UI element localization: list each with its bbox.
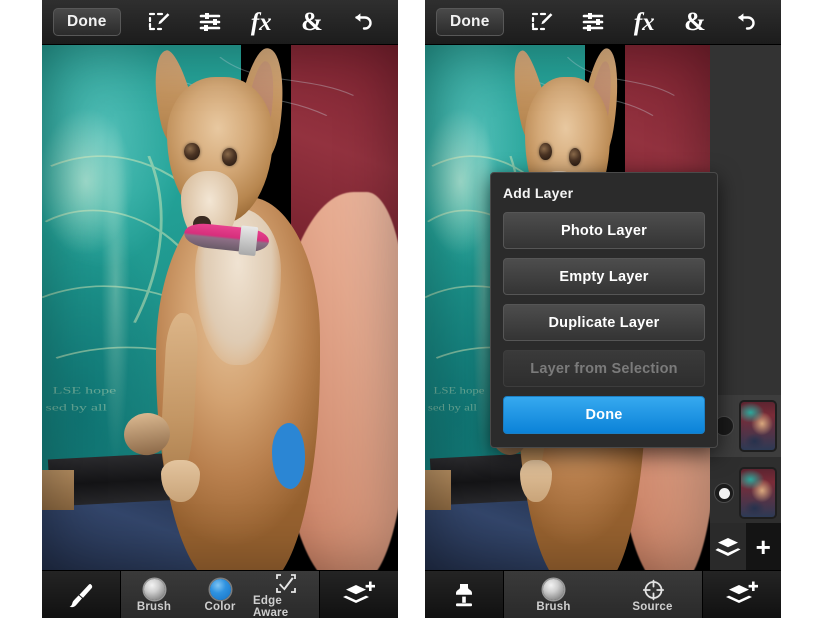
layer-from-selection-button: Layer from Selection: [503, 350, 705, 387]
bottom-toolbar-left: Brush Color Edge Aware: [42, 570, 398, 618]
duplicate-layer-button[interactable]: Duplicate Layer: [503, 304, 705, 341]
ampersand-glyph: &: [301, 7, 323, 36]
phone-panel-right: Done fx & LSE hope sed by all + Add Laye…: [425, 0, 781, 618]
layers-icon: [715, 537, 741, 556]
dog-photo[interactable]: LSE hope sed by all automatimonumental: [42, 45, 398, 570]
thumbnail-overlay: [741, 402, 775, 450]
brush-size-knob: [543, 578, 564, 600]
bottom-options-left: Brush Color Edge Aware: [120, 571, 320, 618]
radio-dot: [718, 487, 730, 499]
color-option-label: Color: [204, 600, 236, 613]
screenshot-stage: Done fx & LSE hope sed by all Brush Colo…: [0, 0, 825, 618]
layer-thumbnail-lower[interactable]: [739, 467, 777, 519]
edge-aware-icon: [275, 573, 297, 594]
bottom-options-right: Brush Source: [503, 571, 703, 618]
adjustments-icon[interactable]: [194, 7, 228, 37]
edge-aware-option-label: Edge Aware: [253, 595, 289, 618]
ampersand-glyph: &: [684, 7, 706, 36]
plus-icon: +: [755, 531, 771, 562]
brush-size-knob: [143, 578, 165, 600]
edge-aware-option[interactable]: Edge Aware: [253, 571, 319, 618]
canvas-left[interactable]: LSE hope sed by all automatimonumental: [42, 45, 398, 570]
fx-glyph: fx: [633, 8, 655, 36]
bottom-toolbar-right: Brush Source: [425, 570, 781, 618]
layer-thumbnail-upper[interactable]: [739, 400, 777, 452]
phone-panel-left: Done fx & LSE hope sed by all Brush Colo…: [42, 0, 398, 618]
dialog-done-button[interactable]: Done: [503, 396, 705, 434]
brush-option[interactable]: Brush: [504, 571, 603, 618]
photo-vignette: [42, 45, 398, 570]
layer-row[interactable]: [710, 395, 781, 457]
selection-edit-icon[interactable]: [143, 7, 177, 37]
add-layer-icon[interactable]: [703, 571, 781, 618]
add-layer-dialog: Add Layer Photo Layer Empty Layer Duplic…: [490, 172, 718, 448]
empty-layer-button[interactable]: Empty Layer: [503, 258, 705, 295]
undo-icon[interactable]: [729, 7, 763, 37]
color-swatch-knob: [209, 578, 231, 600]
source-option-label: Source: [632, 600, 673, 613]
adjustments-icon[interactable]: [577, 7, 611, 37]
clone-stamp-icon[interactable]: [425, 571, 503, 618]
done-button[interactable]: Done: [53, 7, 121, 37]
layers-rail: +: [710, 45, 781, 570]
thumbnail-overlay: [741, 469, 775, 517]
rail-buttons: +: [710, 523, 781, 570]
done-button[interactable]: Done: [436, 7, 504, 37]
top-toolbar-right: Done fx &: [425, 0, 781, 45]
top-tool-icons-right: fx &: [504, 7, 781, 37]
photo-layer-button[interactable]: Photo Layer: [503, 212, 705, 249]
effects-icon[interactable]: fx: [244, 7, 278, 37]
layers-button[interactable]: [710, 523, 746, 570]
layer-row[interactable]: [710, 457, 781, 529]
top-toolbar-left: Done fx &: [42, 0, 398, 45]
undo-icon[interactable]: [346, 7, 380, 37]
blend-icon[interactable]: &: [295, 7, 329, 37]
add-layer-button[interactable]: +: [745, 523, 781, 570]
source-option[interactable]: Source: [603, 571, 702, 618]
add-layer-icon[interactable]: [320, 571, 398, 618]
top-tool-icons-left: fx &: [121, 7, 398, 37]
dialog-title: Add Layer: [503, 185, 574, 201]
layer-visibility-radio[interactable]: [714, 483, 734, 503]
paintbrush-icon[interactable]: [42, 571, 120, 618]
effects-icon[interactable]: fx: [627, 7, 661, 37]
source-target-icon: [642, 579, 664, 601]
brush-option[interactable]: Brush: [121, 571, 187, 618]
fx-glyph: fx: [250, 8, 272, 36]
blend-icon[interactable]: &: [678, 7, 712, 37]
brush-option-label: Brush: [136, 600, 172, 613]
brush-option-label: Brush: [536, 600, 571, 613]
selection-edit-icon[interactable]: [526, 7, 560, 37]
color-option[interactable]: Color: [187, 571, 253, 618]
